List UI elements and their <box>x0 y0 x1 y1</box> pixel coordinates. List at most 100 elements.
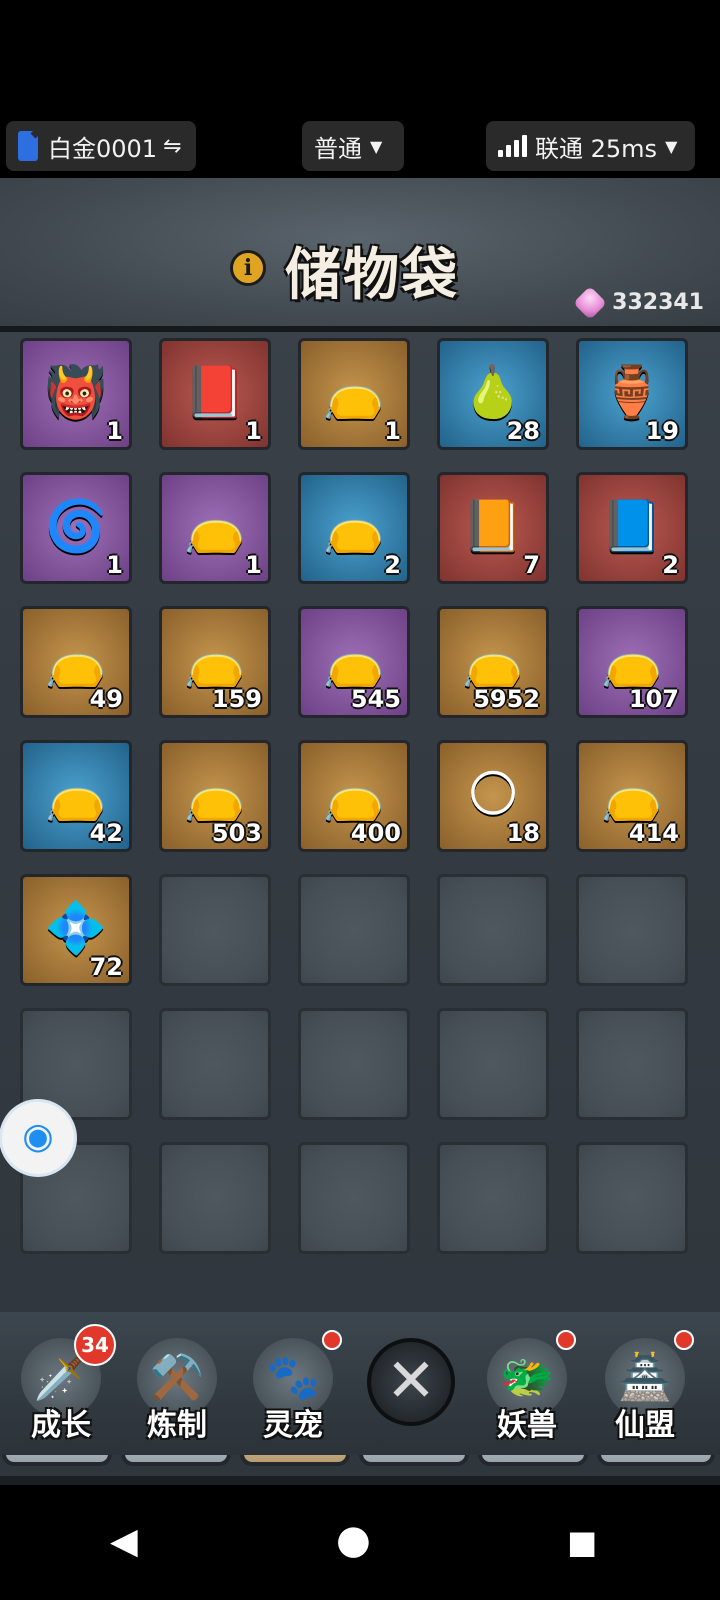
item-icon: 📕 <box>183 362 247 421</box>
item-icon: 👝 <box>44 630 108 689</box>
quality-label: 普通 <box>314 134 362 163</box>
item-icon: 👝 <box>600 764 664 823</box>
item-quantity: 2 <box>384 551 401 579</box>
nav-refine[interactable]: ⚒️ 炼制 <box>122 1324 232 1444</box>
swap-icon: ⇋ <box>163 133 182 159</box>
inventory-slot[interactable]: 🌀 1 <box>20 472 132 584</box>
item-quantity: 1 <box>106 551 123 579</box>
item-icon: 👝 <box>461 630 525 689</box>
home-icon[interactable]: ● <box>336 1517 371 1563</box>
currency-display: 332341 <box>573 285 704 320</box>
empty-slot[interactable] <box>576 874 688 986</box>
item-quantity: 503 <box>211 819 262 847</box>
item-icon: 👹 <box>44 362 108 421</box>
item-quantity: 400 <box>350 819 401 847</box>
item-grid: 👹 1 📕 1 👝 1 🍐 28 🏺 19 🌀 1 👝 1 👝 2 📙 7 📘 2 👝 49 👝 159 👝 545 👝 5952 👝 1… <box>20 338 700 1408</box>
inventory-slot[interactable]: 👝 414 <box>576 740 688 852</box>
info-icon[interactable]: i <box>230 250 266 286</box>
item-quantity: 1 <box>384 417 401 445</box>
floating-wifi-button[interactable]: ◉ <box>2 1102 74 1174</box>
inventory-slot[interactable]: 👝 2 <box>298 472 410 584</box>
item-icon: 👝 <box>183 630 247 689</box>
notification-dot <box>322 1330 342 1350</box>
close-button[interactable]: ✕ <box>367 1338 455 1426</box>
account-name: 白金0001 <box>48 134 158 163</box>
item-icon: 🍐 <box>461 362 525 421</box>
nav-alliance[interactable]: 🏯 仙盟 <box>590 1324 700 1444</box>
nav-growth[interactable]: 🗡️ 34 成长 <box>6 1324 116 1444</box>
empty-slot[interactable] <box>298 1008 410 1120</box>
empty-slot[interactable] <box>159 1142 271 1254</box>
android-nav-bar: ◀ ● ■ <box>0 1485 720 1600</box>
network-dropdown[interactable]: 联通 25ms ▼ <box>486 121 695 171</box>
item-quantity: 28 <box>506 417 540 445</box>
item-quantity: 5952 <box>473 685 540 713</box>
item-icon: 📙 <box>461 496 525 555</box>
item-quantity: 1 <box>245 551 262 579</box>
inventory-slot[interactable]: 👝 400 <box>298 740 410 852</box>
item-icon: 🌀 <box>44 496 108 555</box>
item-icon: 👝 <box>322 362 386 421</box>
gem-icon <box>573 285 608 320</box>
chevron-down-icon: ▼ <box>665 136 678 156</box>
item-quantity: 2 <box>662 551 679 579</box>
inventory-slot[interactable]: 👝 5952 <box>437 606 549 718</box>
empty-slot[interactable] <box>437 874 549 986</box>
app-top-bar: 白金0001 ⇋ 普通 ▼ 联通 25ms ▼ <box>0 0 720 180</box>
empty-slot[interactable] <box>437 1142 549 1254</box>
nav-spirit-pet[interactable]: 🐾 灵宠 <box>238 1324 348 1444</box>
empty-slot[interactable] <box>298 874 410 986</box>
empty-slot[interactable] <box>576 1142 688 1254</box>
empty-slot[interactable] <box>437 1008 549 1120</box>
account-switcher[interactable]: 白金0001 ⇋ <box>6 121 196 171</box>
empty-slot[interactable] <box>298 1142 410 1254</box>
recent-apps-icon[interactable]: ■ <box>567 1523 597 1561</box>
inventory-slot[interactable]: 👝 107 <box>576 606 688 718</box>
empty-slot[interactable] <box>159 1008 271 1120</box>
nav-beast-label: 妖兽 <box>497 1408 557 1443</box>
inventory-slot[interactable]: 👝 42 <box>20 740 132 852</box>
signal-icon <box>498 135 527 157</box>
item-icon: 👝 <box>44 764 108 823</box>
inventory-slot[interactable]: 👝 545 <box>298 606 410 718</box>
nav-refine-label: 炼制 <box>147 1408 207 1443</box>
inventory-slot[interactable]: 📘 2 <box>576 472 688 584</box>
notification-dot <box>556 1330 576 1350</box>
inventory-slot[interactable]: 📕 1 <box>159 338 271 450</box>
inventory-slot[interactable]: 👝 1 <box>298 338 410 450</box>
item-icon: 💠 <box>44 898 108 957</box>
inventory-slot[interactable]: 📙 7 <box>437 472 549 584</box>
account-icon <box>18 131 38 161</box>
inventory-slot[interactable]: 👝 159 <box>159 606 271 718</box>
empty-slot[interactable] <box>159 874 271 986</box>
item-icon: 📘 <box>600 496 664 555</box>
item-quantity: 1 <box>245 417 262 445</box>
notification-dot <box>674 1330 694 1350</box>
inventory-slot[interactable]: 🍐 28 <box>437 338 549 450</box>
nav-demon-beast[interactable]: 🐲 妖兽 <box>472 1324 582 1444</box>
bottom-nav: 🗡️ 34 成长 ⚒️ 炼制 🐾 灵宠 🐲 妖兽 🏯 仙盟 <box>0 1312 720 1455</box>
item-quantity: 49 <box>89 685 123 713</box>
inventory-slot[interactable]: 👝 1 <box>159 472 271 584</box>
inventory-slot[interactable]: 👝 49 <box>20 606 132 718</box>
inventory-slot[interactable]: 👝 503 <box>159 740 271 852</box>
back-icon[interactable]: ◀ <box>110 1521 138 1562</box>
empty-slot[interactable] <box>576 1008 688 1120</box>
inventory-slot[interactable]: 👹 1 <box>20 338 132 450</box>
quality-dropdown[interactable]: 普通 ▼ <box>302 121 404 171</box>
item-quantity: 1 <box>106 417 123 445</box>
page-title: 储物袋 <box>285 242 459 308</box>
item-icon: 🌕 <box>466 764 520 823</box>
chevron-down-icon: ▼ <box>370 136 383 156</box>
item-quantity: 545 <box>350 685 401 713</box>
item-quantity: 7 <box>523 551 540 579</box>
nav-pet-label: 灵宠 <box>263 1408 323 1443</box>
growth-badge: 34 <box>74 1324 116 1366</box>
item-quantity: 72 <box>89 953 123 981</box>
nav-growth-label: 成长 <box>31 1408 91 1443</box>
inventory-slot[interactable]: 💠 72 <box>20 874 132 986</box>
inventory-slot[interactable]: 🏺 19 <box>576 338 688 450</box>
wifi-icon: ◉ <box>22 1116 54 1157</box>
nav-alliance-label: 仙盟 <box>615 1408 675 1443</box>
inventory-slot[interactable]: 🌕 18 <box>437 740 549 852</box>
